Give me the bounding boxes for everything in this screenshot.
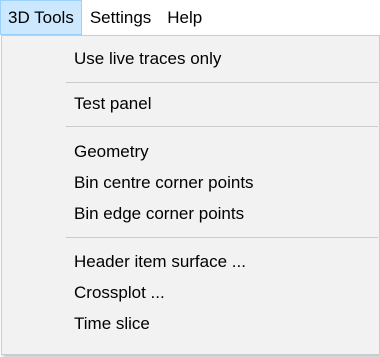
menu-separator — [66, 237, 378, 238]
menu-bar: 3D Tools Settings Help — [0, 0, 380, 35]
menu-settings[interactable]: Settings — [82, 0, 159, 35]
menu-item-crossplot[interactable]: Crossplot ... — [2, 277, 379, 309]
menu-item-geometry[interactable]: Geometry — [2, 136, 379, 168]
menu-help[interactable]: Help — [159, 0, 210, 35]
menu-item-bin-centre-corner-points[interactable]: Bin centre corner points — [2, 167, 379, 199]
menu-separator — [66, 82, 378, 83]
3d-tools-dropdown-menu: Use live traces only Test panel Geometry… — [1, 35, 380, 355]
menu-3d-tools[interactable]: 3D Tools — [0, 0, 82, 35]
menu-item-time-slice[interactable]: Time slice — [2, 308, 379, 340]
menu-item-use-live-traces-only[interactable]: Use live traces only — [2, 43, 379, 75]
menu-item-header-item-surface[interactable]: Header item surface ... — [2, 246, 379, 278]
menu-separator — [66, 126, 378, 127]
menu-item-test-panel[interactable]: Test panel — [2, 88, 379, 120]
menu-item-bin-edge-corner-points[interactable]: Bin edge corner points — [2, 198, 379, 230]
